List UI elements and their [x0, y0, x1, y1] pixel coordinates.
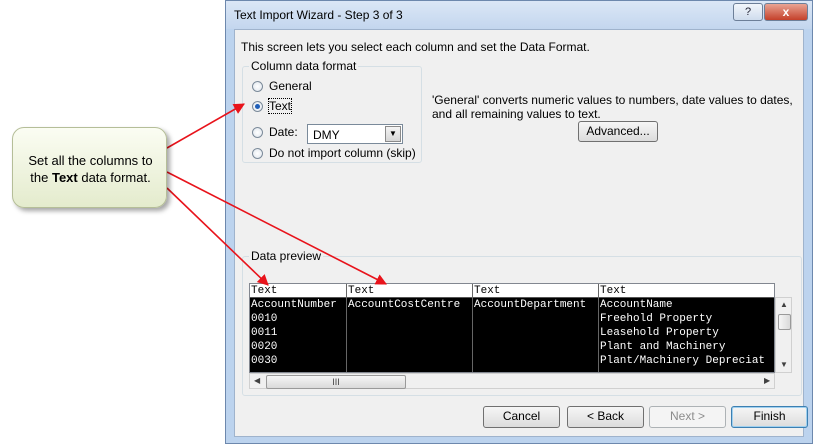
- arrow-to-text-option: [166, 103, 245, 149]
- callout-line-2: the Text data format.: [13, 169, 168, 186]
- arrow-to-column-1: [166, 187, 269, 286]
- callout-text-bold: Text: [51, 170, 78, 185]
- callout-box: Set all the columns to the Text data for…: [12, 127, 167, 208]
- callout-text-pre: the: [30, 170, 52, 185]
- arrow-to-column-2: [166, 171, 387, 285]
- callout-text: Set all the columns to the Text data for…: [13, 152, 168, 186]
- callout-arrows: [166, 103, 387, 286]
- callout-text-post: data format.: [77, 170, 151, 185]
- callout-line-1: Set all the columns to: [28, 153, 153, 168]
